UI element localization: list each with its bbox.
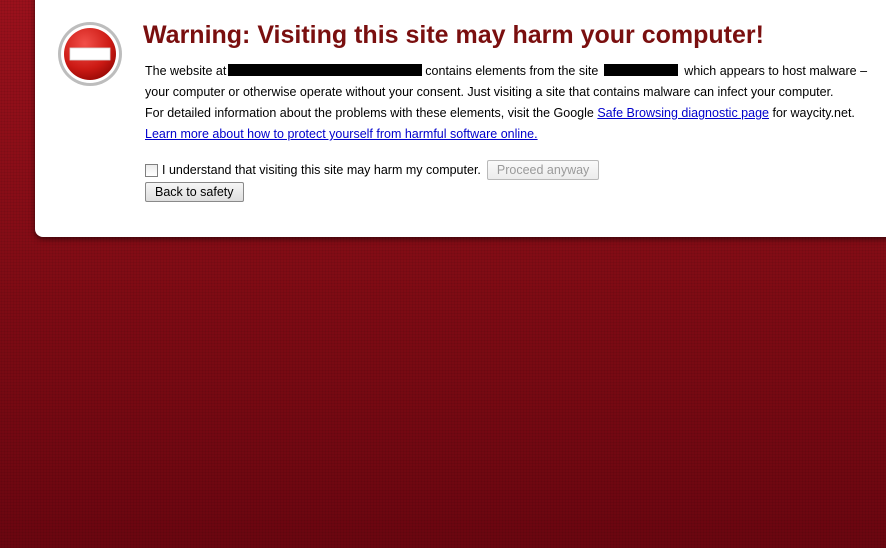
line1-prefix: The website at — [145, 64, 227, 78]
stop-sign-icon — [58, 22, 122, 86]
learn-more-link[interactable]: Learn more about how to protect yourself… — [145, 127, 538, 141]
message-line-1: The website at contains elements from the… — [145, 61, 886, 82]
proceed-anyway-button[interactable]: Proceed anyway — [486, 160, 600, 180]
back-row: Back to safety — [145, 182, 599, 202]
understand-checkbox[interactable] — [145, 163, 158, 177]
redacted-url — [228, 64, 423, 76]
back-to-safety-button[interactable]: Back to safety — [145, 182, 244, 202]
checkbox-label: I understand that visiting this site may… — [162, 163, 481, 177]
line1-suffix: which appears to host malware – — [684, 64, 868, 78]
warning-panel: Warning: Visiting this site may harm you… — [35, 0, 886, 237]
page-title: Warning: Visiting this site may harm you… — [143, 21, 764, 49]
message-line-2: your computer or otherwise operate witho… — [145, 85, 834, 99]
message-line-3: For detailed information about the probl… — [145, 103, 886, 124]
controls: I understand that visiting this site may… — [145, 159, 600, 202]
redacted-site — [604, 64, 679, 76]
line3-suffix: for waycity.net. — [772, 106, 855, 120]
consent-row: I understand that visiting this site may… — [145, 159, 600, 181]
safe-browsing-link[interactable]: Safe Browsing diagnostic page — [597, 106, 769, 120]
warning-message: The website at contains elements from the… — [145, 61, 886, 145]
message-line-4: Learn more about how to protect yourself… — [145, 124, 886, 145]
line3-prefix: For detailed information about the probl… — [145, 106, 594, 120]
line1-middle: contains elements from the site — [425, 64, 599, 78]
